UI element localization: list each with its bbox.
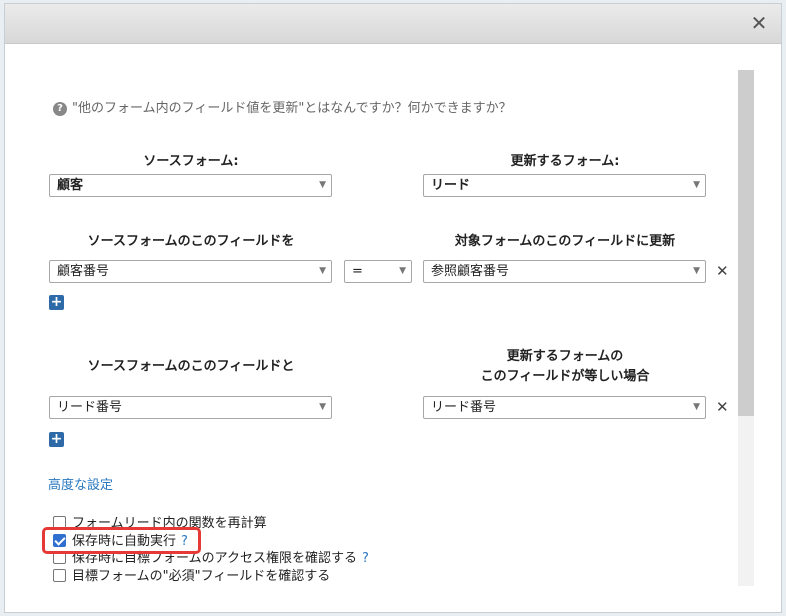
add-mapping-row-button[interactable]: + — [49, 295, 64, 310]
mapping-target-label: 対象フォームのこのフィールドに更新 — [454, 234, 676, 249]
update-fields-dialog: ✕ ? "他のフォーム内のフィールド値を更新"とはなんですか？何かできますか？ ソ… — [4, 3, 782, 613]
match-source-field-select[interactable]: リード番号 ▼ — [49, 396, 332, 419]
source-form-label: ソースフォーム: — [143, 154, 239, 169]
scrollbar-thumb[interactable] — [738, 70, 754, 416]
option-label: 目標フォームの"必須"フィールドを確認する — [72, 569, 331, 584]
mapping-source-field-select[interactable]: 顧客番号 ▼ — [49, 260, 332, 283]
mapping-source-label: ソースフォームのこのフィールドを — [87, 234, 295, 249]
check-required-checkbox[interactable] — [53, 569, 66, 582]
dialog-titlebar: ✕ — [5, 4, 781, 44]
match-target-label-line2: このフィールドが等しい場合 — [480, 369, 650, 384]
scrollbar[interactable] — [738, 70, 754, 586]
chevron-down-icon: ▼ — [693, 402, 700, 412]
chevron-down-icon: ▼ — [319, 266, 326, 276]
match-source-label: ソースフォームのこのフィールドと — [87, 359, 295, 374]
highlight-annotation-box — [42, 527, 201, 554]
add-match-row-button[interactable]: + — [49, 432, 64, 447]
target-form-value: リード — [431, 178, 471, 193]
chevron-down-icon: ▼ — [319, 402, 326, 412]
mapping-source-field-value: 顧客番号 — [57, 264, 110, 279]
option-check-required[interactable]: 目標フォームの"必須"フィールドを確認する — [53, 565, 331, 584]
source-form-value: 顧客 — [57, 178, 84, 193]
remove-mapping-row-icon[interactable]: ✕ — [716, 263, 729, 279]
match-target-field-value: リード番号 — [431, 400, 497, 415]
mapping-target-field-select[interactable]: 参照顧客番号 ▼ — [423, 260, 706, 283]
chevron-down-icon: ▼ — [693, 266, 700, 276]
chevron-down-icon: ▼ — [693, 180, 700, 190]
help-question[interactable]: ? "他のフォーム内のフィールド値を更新"とはなんですか？何かできますか？ — [53, 97, 512, 116]
help-question-icon[interactable]: ? — [362, 551, 369, 566]
target-form-label: 更新するフォーム: — [510, 154, 620, 169]
target-form-select[interactable]: リード ▼ — [423, 174, 706, 197]
close-icon[interactable]: ✕ — [749, 13, 769, 33]
mapping-target-field-value: 参照顧客番号 — [431, 264, 510, 279]
advanced-settings-link[interactable]: 高度な設定 — [48, 474, 113, 493]
remove-match-row-icon[interactable]: ✕ — [716, 399, 729, 415]
match-source-field-value: リード番号 — [57, 400, 123, 415]
match-target-label-line1: 更新するフォームの — [506, 349, 624, 364]
source-form-select[interactable]: 顧客 ▼ — [49, 174, 332, 197]
help-question-text[interactable]: "他のフォーム内のフィールド値を更新"とはなんですか？何かできますか？ — [72, 101, 512, 116]
match-target-field-select[interactable]: リード番号 ▼ — [423, 396, 706, 419]
operator-select[interactable]: = ▼ — [344, 260, 412, 283]
question-circle-icon: ? — [53, 102, 67, 116]
chevron-down-icon: ▼ — [319, 180, 326, 190]
chevron-down-icon: ▼ — [399, 266, 406, 276]
operator-value: = — [352, 264, 363, 279]
